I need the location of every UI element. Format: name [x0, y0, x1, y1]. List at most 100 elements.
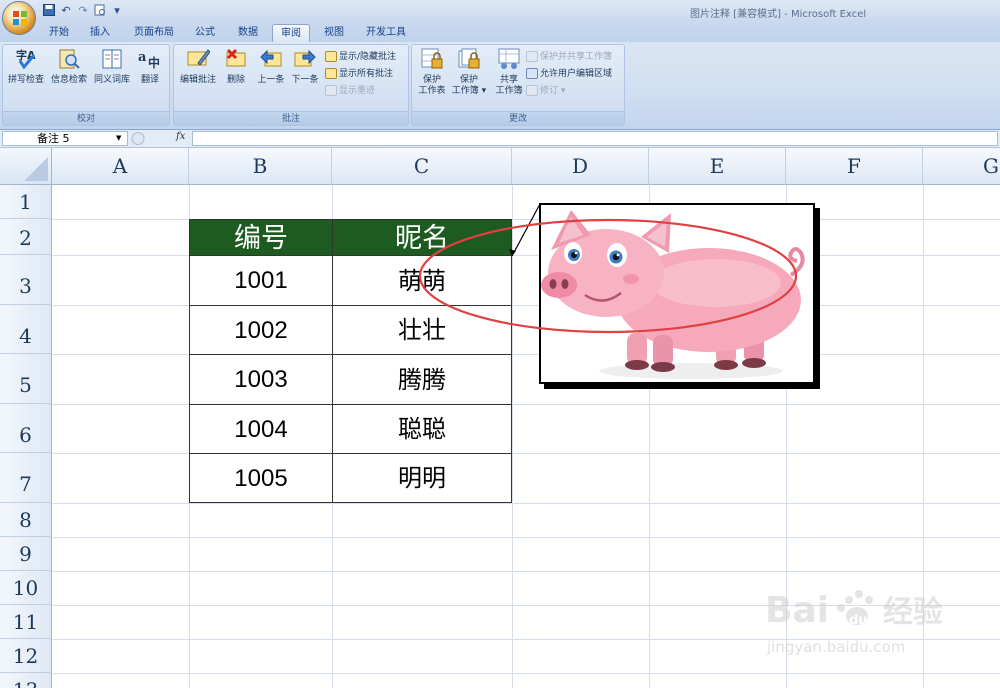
translate-icon: a中: [138, 47, 162, 71]
baidu-paw-logo-icon: Bai du 经验: [765, 590, 943, 631]
research-button[interactable]: 信息检索: [49, 47, 89, 109]
row-header-13[interactable]: 13: [0, 673, 52, 688]
row-header-5[interactable]: 5: [0, 354, 52, 404]
title-bar: ↶ ↷ ▾ 图片注释 [兼容模式] - Microsoft Excel: [0, 0, 1000, 35]
spelling-button[interactable]: 字A 拼写检查: [6, 47, 46, 109]
row-header-4[interactable]: 4: [0, 305, 52, 354]
thesaurus-button[interactable]: 同义词库: [92, 47, 132, 109]
column-header-d[interactable]: D: [512, 148, 649, 185]
tab-data[interactable]: 数据: [230, 24, 266, 42]
tab-formulas[interactable]: 公式: [188, 24, 222, 42]
show-all-comments-icon: [325, 68, 337, 79]
edit-comment-icon: [186, 47, 211, 71]
protect-sheet-icon: [420, 47, 444, 71]
allow-edit-ranges-icon: [526, 68, 538, 79]
tab-view[interactable]: 视图: [316, 24, 352, 42]
edit-comment-button[interactable]: 编辑批注: [177, 47, 219, 109]
share-workbook-button[interactable]: 共享 工作簿: [490, 47, 528, 109]
pig-illustration-icon: [541, 210, 805, 379]
insert-function-icon[interactable]: fx: [176, 131, 185, 142]
research-icon: [57, 47, 81, 71]
track-changes-button[interactable]: 修订 ▾: [526, 83, 565, 99]
allow-edit-ranges-button[interactable]: 允许用户编辑区域: [526, 66, 612, 82]
tab-developer[interactable]: 开发工具: [360, 24, 412, 42]
ribbon: 字A 拼写检查 信息检索 同义词库 a中 翻译 校对 编辑批注 删除 上一条 下…: [0, 42, 1000, 130]
table-cell-id[interactable]: 1002: [189, 305, 333, 355]
comments-group-label: 批注: [174, 111, 408, 125]
save-icon[interactable]: [42, 4, 56, 18]
baidu-watermark: Bai du 经验 jingyan.baidu.com: [765, 578, 965, 678]
share-workbook-icon: [497, 47, 521, 71]
row-header-12[interactable]: 12: [0, 639, 52, 673]
undo-icon[interactable]: ↶: [59, 4, 73, 18]
row-header-2[interactable]: 2: [0, 219, 52, 255]
header-cell-id[interactable]: 编号: [189, 219, 333, 256]
svg-text:a: a: [138, 50, 147, 65]
svg-text:经验: 经验: [883, 595, 943, 630]
proofing-group-label: 校对: [3, 111, 169, 125]
row-header-9[interactable]: 9: [0, 537, 52, 571]
table-cell-nickname[interactable]: 壮壮: [332, 305, 512, 355]
protect-and-share-icon: [526, 51, 538, 62]
show-ink-button[interactable]: 显示墨迹: [325, 83, 375, 99]
column-header-f[interactable]: F: [786, 148, 923, 185]
select-all-button[interactable]: [0, 148, 52, 185]
customize-qat-icon[interactable]: ▾: [110, 4, 124, 18]
row-header-8[interactable]: 8: [0, 503, 52, 537]
office-logo-icon: [13, 11, 27, 25]
table-cell-nickname[interactable]: 腾腾: [332, 354, 512, 405]
svg-text:中: 中: [148, 55, 160, 70]
row-header-1[interactable]: 1: [0, 185, 52, 219]
column-header-a[interactable]: A: [52, 148, 189, 185]
tab-insert[interactable]: 插入: [82, 24, 118, 42]
row-header-6[interactable]: 6: [0, 404, 52, 453]
delete-comment-button[interactable]: 删除: [221, 47, 251, 109]
name-box[interactable]: 备注 5: [2, 131, 128, 146]
protect-workbook-button[interactable]: 保护 工作簿 ▾: [450, 47, 488, 109]
ribbon-tabs: 开始 插入 页面布局 公式 数据 审阅 视图 开发工具: [0, 22, 1000, 42]
tab-review[interactable]: 审阅: [272, 24, 310, 42]
column-header-b[interactable]: B: [189, 148, 332, 185]
table-cell-nickname[interactable]: 明明: [332, 453, 512, 503]
tab-page-layout[interactable]: 页面布局: [126, 24, 182, 42]
name-box-dropdown-icon[interactable]: ▼: [116, 134, 121, 142]
show-all-comments-button[interactable]: 显示所有批注: [325, 66, 393, 82]
office-button[interactable]: [2, 1, 36, 35]
thesaurus-icon: [100, 47, 124, 71]
previous-comment-button[interactable]: 上一条: [254, 47, 288, 109]
row-header-11[interactable]: 11: [0, 605, 52, 639]
comment-box[interactable]: [539, 203, 815, 384]
table-cell-id[interactable]: 1005: [189, 453, 333, 503]
header-cell-nickname[interactable]: 昵名: [332, 219, 512, 256]
next-comment-icon: [293, 47, 317, 71]
table-cell-id[interactable]: 1003: [189, 354, 333, 405]
print-preview-icon[interactable]: [93, 4, 107, 18]
translate-button[interactable]: a中 翻译: [133, 47, 167, 109]
table-cell-nickname[interactable]: 聪聪: [332, 404, 512, 454]
show-hide-comment-button[interactable]: 显示/隐藏批注: [325, 49, 396, 65]
show-hide-comment-icon: [325, 51, 337, 62]
table-cell-nickname[interactable]: 萌萌: [332, 255, 512, 306]
track-changes-icon: [526, 85, 538, 96]
previous-comment-icon: [259, 47, 283, 71]
formula-input[interactable]: [192, 131, 998, 146]
formula-bar: 备注 5 ▼ fx: [0, 130, 1000, 148]
row-header-3[interactable]: 3: [0, 255, 52, 305]
delete-comment-icon: [224, 47, 248, 71]
column-header-c[interactable]: C: [332, 148, 512, 185]
formula-bar-resize-icon: [131, 132, 145, 145]
table-cell-id[interactable]: 1001: [189, 255, 333, 306]
next-comment-button[interactable]: 下一条: [288, 47, 322, 109]
column-header-g[interactable]: G: [923, 148, 1000, 185]
protect-sheet-button[interactable]: 保护 工作表: [414, 47, 450, 109]
changes-group-label: 更改: [412, 111, 624, 125]
table-cell-id[interactable]: 1004: [189, 404, 333, 454]
protect-and-share-button[interactable]: 保护并共享工作簿: [526, 49, 612, 65]
quick-access-toolbar: ↶ ↷ ▾: [40, 3, 124, 19]
row-header-7[interactable]: 7: [0, 453, 52, 503]
changes-group: 保护 工作表 保护 工作簿 ▾ 共享 工作簿 保护并共享工作簿 允许用户编辑区域…: [411, 44, 625, 126]
row-header-10[interactable]: 10: [0, 571, 52, 605]
column-header-e[interactable]: E: [649, 148, 786, 185]
tab-home[interactable]: 开始: [42, 24, 76, 42]
redo-icon[interactable]: ↷: [76, 4, 90, 18]
